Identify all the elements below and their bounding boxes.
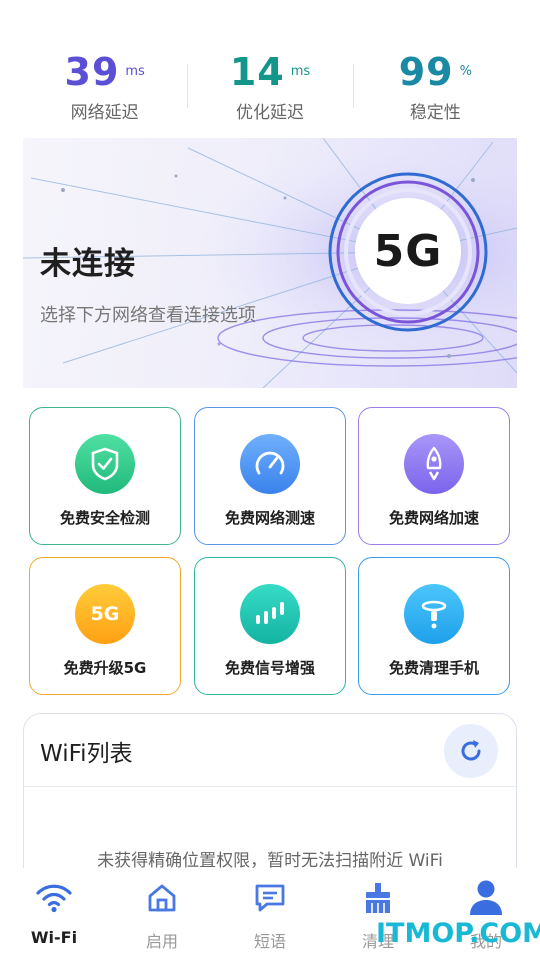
app-screen: 39 ms 网络延迟 14 ms 优化延迟 99 % 稳定性 未连接 选择下方网… <box>0 0 540 960</box>
wifi-list-title: WiFi列表 <box>40 741 133 767</box>
stat-label: 稳定性 <box>409 103 461 123</box>
connection-banner[interactable]: 未连接 选择下方网络查看连接选项 5G <box>23 138 517 388</box>
feature-label: 免费升级5G <box>63 659 147 677</box>
stat-unit: ms <box>290 64 311 79</box>
connection-status-subtitle: 选择下方网络查看连接选项 <box>40 305 256 326</box>
feature-network-boost[interactable]: 免费网络加速 <box>358 407 510 545</box>
signal-bars-icon <box>240 584 300 644</box>
broom-icon <box>358 878 398 918</box>
stat-stability: 99 % 稳定性 <box>352 48 518 128</box>
nav-label: 短语 <box>253 932 286 951</box>
nav-item-wifi[interactable]: Wi-Fi <box>0 868 108 960</box>
stat-optimized-latency: 14 ms 优化延迟 <box>187 48 352 128</box>
rocket-icon <box>404 434 464 494</box>
feature-label: 免费清理手机 <box>388 659 479 677</box>
stat-value: 14 <box>229 50 285 94</box>
stat-latency: 39 ms 网络延迟 <box>22 48 187 128</box>
feature-label: 免费信号增强 <box>224 659 315 677</box>
stat-unit: ms <box>125 64 145 79</box>
feature-security-check[interactable]: 免费安全检测 <box>29 407 181 545</box>
speedometer-icon <box>240 434 300 494</box>
message-icon <box>250 878 290 918</box>
stat-label: 优化延迟 <box>235 103 304 123</box>
stat-value: 99 <box>398 50 454 94</box>
feature-signal-boost[interactable]: 免费信号增强 <box>194 557 346 695</box>
feature-label: 免费安全检测 <box>59 509 150 527</box>
nav-label: 启用 <box>145 932 178 951</box>
feature-phone-cleanup[interactable]: 免费清理手机 <box>358 557 510 695</box>
user-icon <box>466 878 506 918</box>
5g-icon: 5G <box>75 584 135 644</box>
connection-status-title: 未连接 <box>40 246 136 282</box>
wifi-icon <box>34 878 74 918</box>
broom-icon <box>404 584 464 644</box>
divider <box>24 786 516 787</box>
feature-label: 免费网络测速 <box>224 509 315 527</box>
feature-speed-test[interactable]: 免费网络测速 <box>194 407 346 545</box>
nav-item-messages[interactable]: 短语 <box>216 868 324 960</box>
refresh-icon <box>461 740 481 761</box>
stat-value: 39 <box>64 50 120 94</box>
feature-label: 免费网络加速 <box>388 509 479 527</box>
5g-badge: 5G <box>355 198 461 304</box>
watermark: ITMOP.COM <box>376 918 540 949</box>
5g-icon-text: 5G <box>90 603 120 625</box>
nav-label: Wi-Fi <box>30 928 78 947</box>
shield-check-icon <box>75 434 135 494</box>
network-stats: 39 ms 网络延迟 14 ms 优化延迟 99 % 稳定性 <box>22 48 518 128</box>
refresh-button[interactable] <box>444 724 498 778</box>
stat-unit: % <box>459 64 472 79</box>
nav-item-enable[interactable]: 启用 <box>108 868 216 960</box>
stat-label: 网络延迟 <box>70 103 139 123</box>
feature-upgrade-5g[interactable]: 5G 免费升级5G <box>29 557 181 695</box>
home-icon <box>142 878 182 918</box>
